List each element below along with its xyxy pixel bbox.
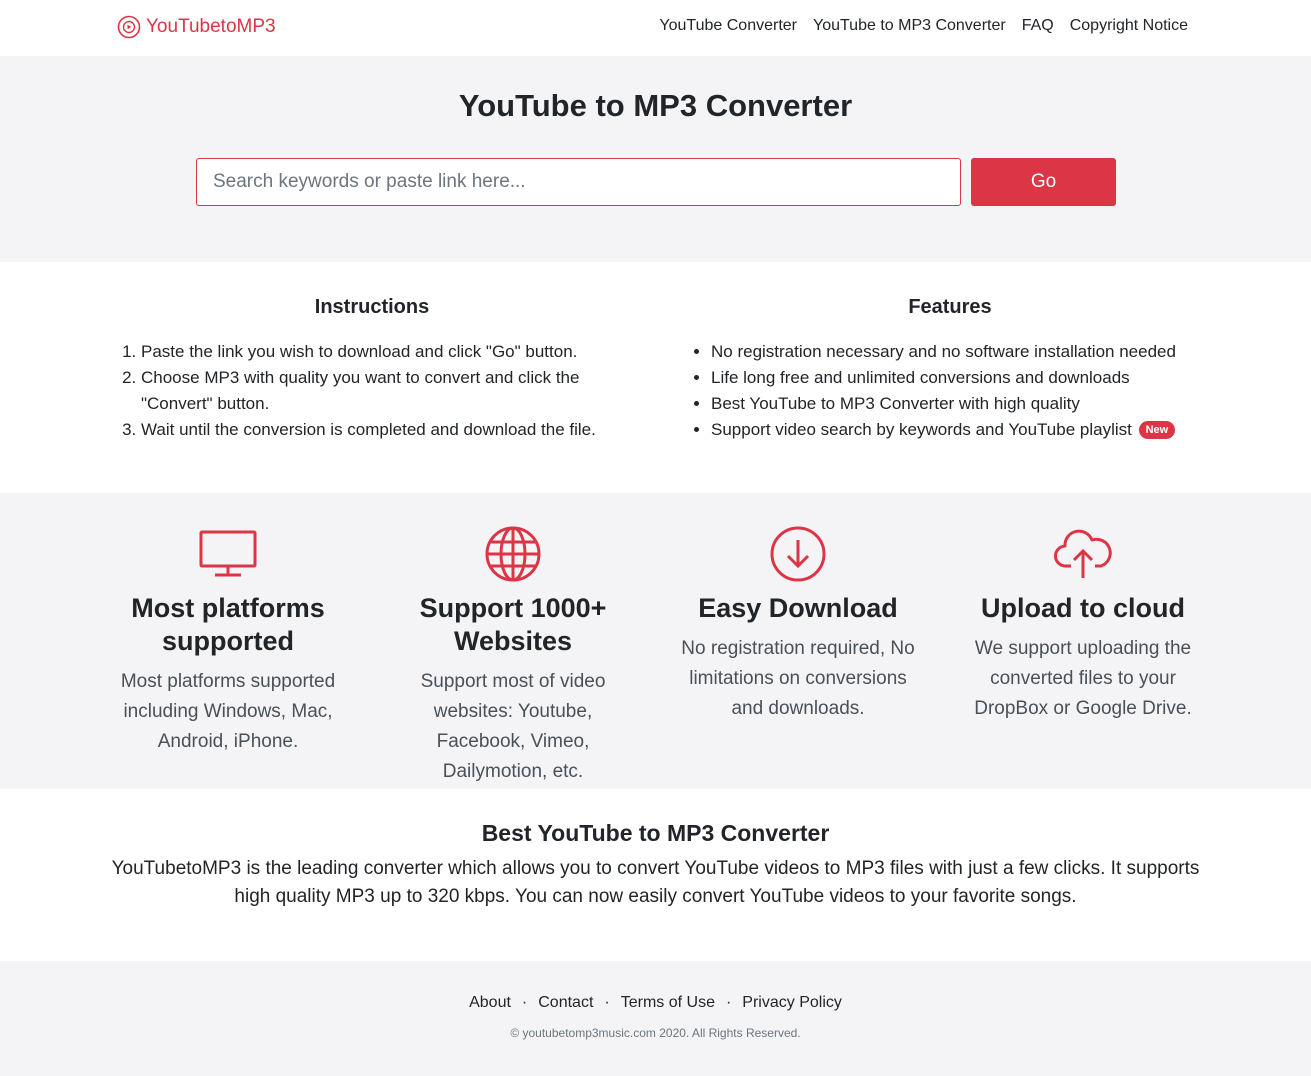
features-column: Features No registration necessary and n…: [690, 296, 1210, 443]
hero-section: YouTube to MP3 Converter Go: [0, 56, 1311, 262]
feature-item: Support video search by keywords and You…: [711, 417, 1210, 443]
feature-item-text: Support video search by keywords and You…: [711, 420, 1132, 439]
search-input[interactable]: [196, 158, 961, 206]
instructions-title: Instructions: [314, 296, 430, 318]
card-title: Support 1000+ Websites: [419, 593, 607, 656]
page-title: YouTube to MP3 Converter: [458, 88, 853, 123]
nav-youtube-to-mp3-converter[interactable]: YouTube to MP3 Converter: [813, 17, 1006, 35]
nav-copyright-notice[interactable]: Copyright Notice: [1070, 17, 1188, 35]
footer-separator: ·: [521, 994, 528, 1011]
card-text: We support uploading the converted files…: [974, 638, 1192, 719]
main-nav: YouTube Converter YouTube to MP3 Convert…: [659, 17, 1188, 35]
card-platforms: Most platforms supported Most platforms …: [103, 525, 353, 757]
feature-item: No registration necessary and no softwar…: [711, 339, 1210, 365]
instruction-step: Choose MP3 with quality you want to conv…: [141, 365, 627, 417]
card-title: Most platforms supported: [131, 593, 325, 656]
instruction-step: Paste the link you wish to download and …: [141, 339, 627, 365]
features-title: Features: [908, 296, 992, 318]
footer-link-contact[interactable]: Contact: [538, 994, 593, 1011]
nav-youtube-converter[interactable]: YouTube Converter: [659, 17, 797, 35]
card-text: Most platforms supported including Windo…: [120, 671, 336, 752]
features-list: No registration necessary and no softwar…: [690, 339, 1210, 443]
globe-icon: [388, 525, 638, 583]
about-text: YouTubetoMP3 is the leading converter wh…: [111, 858, 1200, 907]
card-download: Easy Download No registration required, …: [673, 525, 923, 724]
site-logo[interactable]: YouTubetoMP3: [117, 15, 276, 39]
card-text: No registration required, No limitations…: [681, 638, 915, 719]
footer-separator: ·: [604, 994, 610, 1011]
nav-faq[interactable]: FAQ: [1022, 17, 1054, 35]
copyright-text: © youtubetomp3music.com 2020. All Rights…: [510, 1026, 801, 1040]
logo-disc-icon: [117, 15, 141, 39]
footer-link-privacy[interactable]: Privacy Policy: [742, 994, 842, 1011]
feature-item: Life long free and unlimited conversions…: [711, 365, 1210, 391]
instructions-column: Instructions Paste the link you wish to …: [117, 296, 627, 443]
card-title: Upload to cloud: [981, 593, 1185, 623]
site-header: YouTubetoMP3 YouTube Converter YouTube t…: [0, 0, 1311, 56]
new-badge: New: [1138, 421, 1176, 439]
info-section: Instructions Paste the link you wish to …: [0, 262, 1311, 493]
card-title: Easy Download: [698, 593, 898, 623]
card-cloud: Upload to cloud We support uploading the…: [958, 525, 1208, 724]
feature-item: Best YouTube to MP3 Converter with high …: [711, 391, 1210, 417]
logo-text: YouTubetoMP3: [146, 16, 276, 37]
footer-link-about[interactable]: About: [469, 994, 511, 1011]
footer-links: About · Contact · Terms of Use · Privacy Polic…: [0, 994, 1311, 1012]
footer-link-terms[interactable]: Terms of Use: [621, 994, 715, 1011]
about-section: Best YouTube to MP3 Converter YouTubetoM…: [0, 789, 1311, 961]
card-websites: Support 1000+ Websites Support most of v…: [388, 525, 638, 787]
instruction-step: Wait until the conversion is completed a…: [141, 417, 627, 443]
card-text: Support most of video websites: Youtube,…: [420, 671, 606, 782]
download-icon: [673, 525, 923, 583]
cloud-upload-icon: [958, 525, 1208, 583]
site-footer: About · Contact · Terms of Use · Privacy Polic…: [0, 961, 1311, 1076]
monitor-icon: [103, 525, 353, 583]
feature-cards-section: Most platforms supported Most platforms …: [0, 493, 1311, 789]
instructions-list: Paste the link you wish to download and …: [117, 339, 627, 443]
footer-separator: ·: [725, 994, 732, 1011]
about-title: Best YouTube to MP3 Converter: [481, 820, 830, 846]
go-button[interactable]: Go: [971, 158, 1116, 206]
